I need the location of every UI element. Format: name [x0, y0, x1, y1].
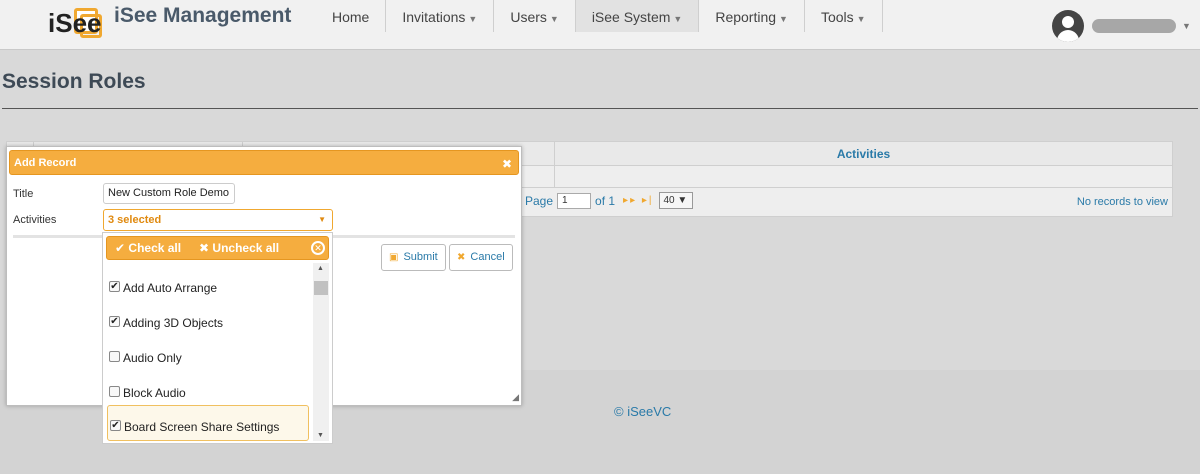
scrollbar-thumb[interactable]	[314, 281, 328, 295]
nav-invitations[interactable]: Invitations ▼	[386, 0, 495, 32]
page-title: Session Roles	[2, 70, 146, 93]
checkbox[interactable]	[109, 386, 120, 397]
nav-home-label: Home	[332, 9, 370, 25]
checkbox[interactable]: ✔	[109, 281, 120, 292]
option-item[interactable]: Block Audio	[107, 378, 309, 408]
page-count: of 1	[595, 193, 616, 208]
next-last-page-icon[interactable]: ▸▸ ▸|	[623, 195, 653, 206]
check-all-label: Check all	[128, 241, 182, 255]
title-input[interactable]: New Custom Role Demo	[103, 183, 235, 204]
brand[interactable]: iSee	[46, 4, 104, 44]
submit-button[interactable]: ▣ Submit	[381, 244, 446, 271]
option-item[interactable]: ✔ Add Auto Arrange	[107, 273, 309, 303]
page-number-input[interactable]: 1	[557, 192, 592, 209]
chevron-down-icon: ▼	[1182, 21, 1191, 31]
app-title[interactable]: iSee Management	[114, 4, 291, 28]
footer-copyright[interactable]: © iSeeVC	[614, 404, 671, 419]
chevron-down-icon: ▼	[549, 14, 559, 24]
chevron-down-icon: ▼	[673, 14, 683, 24]
page-label: Page	[525, 193, 554, 208]
nav-reporting-label: Reporting	[715, 9, 777, 25]
option-label: Block Audio	[123, 386, 186, 400]
option-item[interactable]: Audio Only	[107, 343, 309, 373]
uncheck-all-link[interactable]: ✖ Uncheck all	[199, 241, 279, 255]
option-label: Adding 3D Objects	[123, 316, 224, 330]
chevron-down-icon: ▼	[856, 14, 866, 24]
divider	[2, 108, 1198, 109]
nav-tools-label: Tools	[820, 9, 854, 25]
close-circle-icon[interactable]: ✕	[311, 241, 325, 255]
activities-dropdown: ✔ Check all ✖ Uncheck all ✕ ✔ Add Auto A…	[102, 232, 333, 444]
nav-isee-system-label: iSee System	[591, 9, 671, 25]
rows-per-page-select[interactable]: 40 ▼	[659, 192, 694, 209]
close-icon[interactable]: ✖	[502, 157, 512, 171]
checkbox[interactable]	[109, 351, 120, 362]
nav-tools[interactable]: Tools ▼	[805, 0, 883, 32]
no-records-text: No records to view	[1076, 196, 1168, 208]
activities-selected-count: 3 selected	[108, 214, 162, 226]
dropdown-header: ✔ Check all ✖ Uncheck all ✕	[106, 236, 329, 260]
nav-home[interactable]: Home	[316, 0, 387, 32]
nav-reporting[interactable]: Reporting ▼	[699, 0, 805, 32]
cancel-label: Cancel	[470, 251, 505, 263]
nav-users-label: Users	[510, 9, 547, 25]
chevron-down-icon: ▼	[318, 215, 326, 224]
submit-label: Submit	[403, 251, 438, 263]
option-item[interactable]: ✔ Adding 3D Objects	[107, 308, 309, 338]
grid-pager: Page 1 of 1 ▸▸ ▸| 40 ▼	[525, 192, 694, 209]
uncheck-icon: ✖	[199, 241, 210, 255]
dialog-title: Add Record	[14, 157, 77, 169]
options-list: ✔ Add Auto Arrange ✔ Adding 3D Objects A…	[105, 263, 312, 443]
chevron-down-icon: ▼	[779, 14, 788, 24]
cancel-button[interactable]: ✖ Cancel	[449, 244, 513, 271]
column-header-activities[interactable]: Activities	[555, 142, 1172, 166]
scroll-down-icon[interactable]: ▼	[317, 432, 324, 439]
top-navbar: iSee iSee Management Home Invitations ▼ U…	[0, 0, 1200, 50]
chevron-down-icon: ▼	[468, 14, 478, 24]
rows-per-page-value: 40	[663, 195, 675, 206]
isee-logo: iSee	[46, 4, 104, 44]
main-nav: Home Invitations ▼ Users ▼ iSee System ▼ Re…	[316, 0, 883, 32]
user-menu[interactable]: ▼	[1052, 10, 1191, 42]
user-name-redacted	[1092, 19, 1176, 33]
cancel-icon: ✖	[457, 252, 466, 263]
dialog-header[interactable]: Add Record ✖	[9, 150, 519, 175]
checkbox[interactable]: ✔	[110, 420, 121, 431]
activities-multiselect[interactable]: 3 selected ▼	[103, 209, 333, 231]
resize-handle-icon[interactable]: ◢	[512, 392, 519, 403]
save-icon: ▣	[389, 252, 399, 263]
logo-text: iSee	[48, 8, 102, 38]
option-label: Board Screen Share Settings	[124, 420, 280, 434]
check-all-link[interactable]: ✔ Check all	[115, 241, 181, 255]
nav-isee-system[interactable]: iSee System ▼	[575, 0, 700, 32]
dropdown-scrollbar[interactable]: ▲ ▼	[313, 263, 329, 441]
nav-users[interactable]: Users ▼	[494, 0, 576, 32]
checkbox[interactable]: ✔	[109, 316, 120, 327]
uncheck-all-label: Uncheck all	[212, 241, 280, 255]
option-label: Add Auto Arrange	[123, 281, 218, 295]
avatar-icon	[1052, 10, 1084, 42]
option-item[interactable]: ✔ Board Screen Share Settings	[107, 405, 309, 441]
nav-invitations-label: Invitations	[402, 9, 466, 25]
check-icon: ✔	[115, 241, 126, 255]
scroll-up-icon[interactable]: ▲	[317, 265, 324, 272]
title-label: Title	[13, 188, 34, 200]
activities-label: Activities	[13, 214, 57, 226]
option-label: Audio Only	[123, 351, 182, 365]
